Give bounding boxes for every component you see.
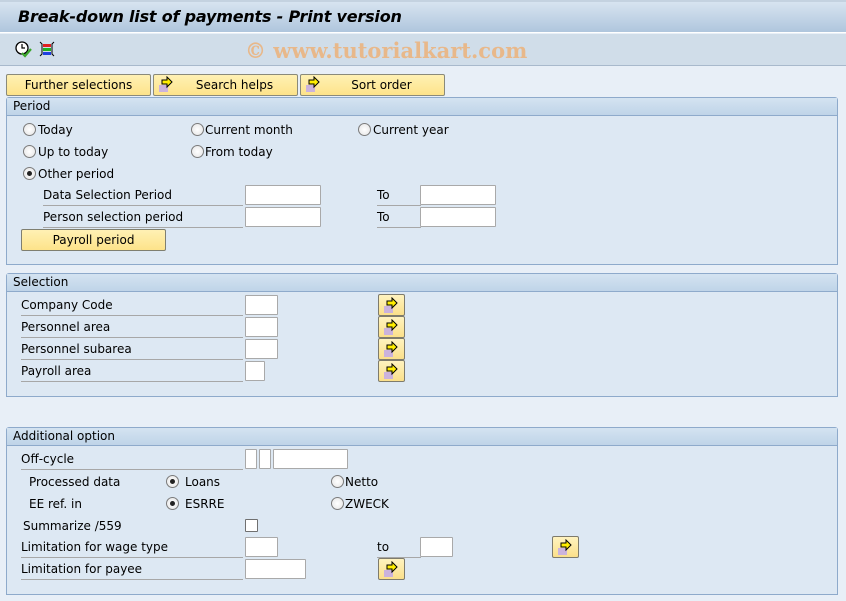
off-cycle-input-2[interactable] (259, 449, 271, 469)
ee-ref-label: EE ref. in (29, 497, 82, 511)
payroll-area-multiple-selection-button[interactable] (378, 360, 405, 382)
selection-group-header: Selection (7, 274, 837, 292)
period-group-header: Period (7, 98, 837, 116)
personnel-area-multiple-selection-button[interactable] (378, 316, 405, 338)
wage-type-from-input[interactable] (245, 537, 278, 557)
radio-loans-label: Loans (185, 475, 221, 489)
company-code-label: Company Code (21, 295, 243, 316)
off-cycle-input-3[interactable] (273, 449, 348, 469)
page-title: Break-down list of payments - Print vers… (18, 7, 402, 26)
summarize-label: Summarize /559 (23, 519, 122, 533)
radio-up-to-today-label: Up to today (38, 145, 109, 159)
multiple-selection-arrow-icon (384, 561, 398, 577)
multiple-selection-arrow-icon (384, 341, 398, 357)
radio-from-today[interactable] (191, 145, 204, 158)
watermark: © www.tutorialkart.com (245, 38, 528, 63)
payroll-area-label: Payroll area (21, 361, 243, 382)
payroll-area-input[interactable] (245, 361, 265, 381)
data-selection-period-from-input[interactable] (245, 185, 321, 205)
further-selections-button[interactable]: Further selections (6, 74, 151, 96)
payee-multiple-selection-button[interactable] (378, 558, 405, 580)
company-code-multiple-selection-button[interactable] (378, 294, 405, 316)
payroll-period-button[interactable]: Payroll period (21, 229, 166, 251)
payee-limitation-label: Limitation for payee (21, 559, 243, 580)
radio-up-to-today[interactable] (23, 145, 36, 158)
search-helps-label: Search helps (195, 78, 274, 92)
personnel-area-label: Personnel area (21, 317, 243, 338)
radio-esrre-label: ESRRE (185, 497, 225, 511)
selection-group: Selection Company Code Personnel area Pe… (6, 273, 838, 397)
personnel-subarea-label: Personnel subarea (21, 339, 243, 360)
radio-from-today-label: From today (205, 145, 273, 159)
additional-option-group: Additional option Off-cycle Processed da… (6, 427, 838, 595)
summarize-checkbox[interactable] (245, 519, 258, 532)
radio-other-period-label: Other period (38, 167, 115, 181)
radio-netto-label: Netto (345, 475, 379, 489)
multiple-selection-arrow-icon (306, 76, 320, 92)
search-helps-button[interactable]: Search helps (153, 74, 298, 96)
personnel-subarea-multiple-selection-button[interactable] (378, 338, 405, 360)
data-selection-to-label: To (377, 185, 421, 206)
payee-input[interactable] (245, 559, 306, 579)
period-group: Period Today Current month Current year … (6, 97, 838, 265)
multiple-selection-arrow-icon (159, 76, 173, 92)
radio-loans[interactable] (166, 475, 179, 488)
wage-type-to-input[interactable] (420, 537, 453, 557)
multiple-selection-arrow-icon (384, 363, 398, 379)
radio-zweck-label: ZWECK (345, 497, 389, 511)
radio-current-year[interactable] (358, 123, 371, 136)
person-selection-period-from-input[interactable] (245, 207, 321, 227)
further-selections-label: Further selections (24, 78, 133, 92)
wage-type-to-label: to (377, 537, 421, 558)
radio-esrre[interactable] (166, 497, 179, 510)
execute-clock-icon[interactable] (14, 40, 32, 58)
processed-data-label: Processed data (29, 475, 121, 489)
radio-netto[interactable] (331, 475, 344, 488)
wage-type-multiple-selection-button[interactable] (552, 536, 579, 558)
application-toolbar: © www.tutorialkart.com (0, 34, 846, 66)
person-selection-to-label: To (377, 207, 421, 228)
sort-order-label: Sort order (351, 78, 412, 92)
radio-today[interactable] (23, 123, 36, 136)
radio-today-label: Today (38, 123, 73, 137)
multiple-selection-arrow-icon (384, 319, 398, 335)
person-selection-period-label: Person selection period (43, 207, 243, 228)
person-selection-period-to-input[interactable] (420, 207, 496, 227)
additional-option-group-header: Additional option (7, 428, 837, 446)
personnel-area-input[interactable] (245, 317, 278, 337)
radio-current-year-label: Current year (373, 123, 449, 137)
sort-order-button[interactable]: Sort order (300, 74, 445, 96)
radio-current-month[interactable] (191, 123, 204, 136)
radio-current-month-label: Current month (205, 123, 293, 137)
title-bar: Break-down list of payments - Print vers… (0, 0, 846, 33)
multiple-selection-arrow-icon (558, 539, 572, 555)
radio-other-period[interactable] (23, 167, 36, 180)
multiple-selection-arrow-icon (384, 297, 398, 313)
radio-zweck[interactable] (331, 497, 344, 510)
off-cycle-label: Off-cycle (21, 449, 243, 470)
personnel-subarea-input[interactable] (245, 339, 278, 359)
company-code-input[interactable] (245, 295, 278, 315)
off-cycle-input-1[interactable] (245, 449, 257, 469)
data-selection-period-label: Data Selection Period (43, 185, 243, 206)
data-selection-period-to-input[interactable] (420, 185, 496, 205)
selection-options-icon[interactable] (38, 40, 56, 58)
wage-type-limitation-label: Limitation for wage type (21, 537, 243, 558)
